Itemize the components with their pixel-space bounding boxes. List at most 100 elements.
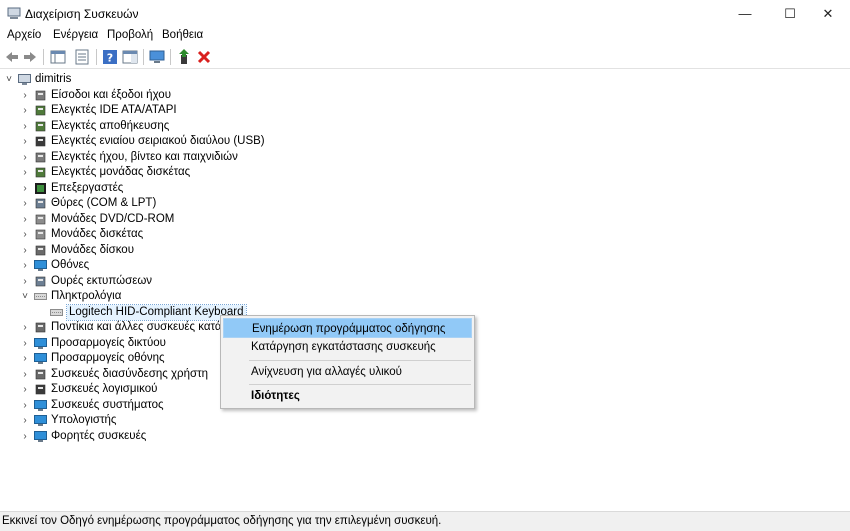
help-icon[interactable]: ?: [102, 49, 118, 65]
collapsed-chevron-icon[interactable]: ›: [21, 413, 29, 428]
tree-node-label: Συσκευές λογισμικού: [51, 383, 158, 395]
title-bar: Διαχείριση Συσκευών — ☐ ✕: [0, 0, 850, 27]
collapsed-chevron-icon[interactable]: ›: [21, 181, 29, 196]
device-category[interactable]: › Είσοδοι και έξοδοι ήχου: [0, 88, 850, 103]
collapsed-chevron-icon[interactable]: ›: [21, 212, 29, 227]
console-tree-icon[interactable]: [50, 49, 66, 65]
forward-arrow-icon[interactable]: [22, 49, 38, 65]
maximize-button[interactable]: ☐: [773, 0, 807, 27]
collapsed-chevron-icon[interactable]: ›: [21, 274, 29, 289]
device-category[interactable]: ˅ Πληκτρολόγια: [0, 289, 850, 304]
collapsed-chevron-icon[interactable]: ›: [21, 382, 29, 397]
port-icon: [35, 198, 46, 209]
device-category[interactable]: › Μονάδες δίσκου: [0, 243, 850, 258]
uninstall-device-icon[interactable]: [196, 49, 212, 65]
device-category[interactable]: › Οθόνες: [0, 258, 850, 273]
collapsed-chevron-icon[interactable]: ›: [21, 88, 29, 103]
collapsed-chevron-icon[interactable]: ›: [21, 398, 29, 413]
scan-hardware-icon[interactable]: [149, 49, 165, 65]
menu-help[interactable]: Βοήθεια: [162, 29, 203, 41]
collapsed-chevron-icon[interactable]: ›: [21, 367, 29, 382]
tree-root-node[interactable]: ˅ dimitris: [0, 72, 850, 87]
device-category[interactable]: › Ελεγκτές ενιαίου σειριακού διαύλου (USB…: [0, 134, 850, 149]
window-title: Διαχείριση Συσκευών: [25, 7, 139, 21]
expanded-chevron-icon[interactable]: ˅: [5, 72, 13, 87]
portable-device-icon: [34, 431, 47, 442]
device-category[interactable]: › Μονάδες δισκέτας: [0, 227, 850, 242]
update-driver-menu-item[interactable]: Ενημέρωση προγράμματος οδήγησης: [223, 318, 472, 338]
tree-node-label: Ελεγκτές ενιαίου σειριακού διαύλου (USB): [51, 135, 265, 147]
system-device-icon: [34, 400, 47, 411]
sound-video-icon: [35, 152, 46, 163]
tree-node-label: Μονάδες δισκέτας: [51, 228, 144, 240]
device-category[interactable]: › Υπολογιστής: [0, 413, 850, 428]
device-category[interactable]: › Ουρές εκτυπώσεων: [0, 274, 850, 289]
device-category[interactable]: › Φορητές συσκευές: [0, 429, 850, 444]
collapsed-chevron-icon[interactable]: ›: [21, 227, 29, 242]
svg-text:?: ?: [107, 52, 113, 65]
menu-separator: [249, 384, 471, 385]
action-pane-icon[interactable]: [122, 49, 138, 65]
device-category[interactable]: › Θύρες (COM & LPT): [0, 196, 850, 211]
computer-root-icon: [18, 74, 31, 85]
device-category[interactable]: › Ελεγκτές μονάδας δισκέτας: [0, 165, 850, 180]
device-category[interactable]: › Μονάδες DVD/CD-ROM: [0, 212, 850, 227]
tree-node-label: Οθόνες: [51, 259, 90, 271]
tree-node-label: Θύρες (COM & LPT): [51, 197, 157, 209]
tree-node-label: Προσαρμογείς δικτύου: [51, 337, 166, 349]
minimize-button[interactable]: —: [728, 0, 762, 27]
menu-view[interactable]: Προβολή: [107, 29, 153, 41]
back-arrow-icon[interactable]: [4, 49, 20, 65]
scan-hardware-menu-item[interactable]: Ανίχνευση για αλλαγές υλικού: [223, 362, 472, 382]
device-manager-app-icon: [7, 7, 21, 19]
floppy-controller-icon: [35, 167, 46, 178]
properties-label: Ιδιότητες: [251, 390, 300, 402]
expanded-chevron-icon[interactable]: ˅: [21, 289, 29, 304]
usb-icon: [35, 136, 46, 147]
scan-hardware-label: Ανίχνευση για αλλαγές υλικού: [251, 366, 402, 378]
computer-icon: [34, 415, 47, 426]
print-queue-icon: [35, 276, 46, 287]
collapsed-chevron-icon[interactable]: ›: [21, 134, 29, 149]
device-category[interactable]: › Επεξεργαστές: [0, 181, 850, 196]
tree-node-label: Επεξεργαστές: [51, 182, 124, 194]
collapsed-chevron-icon[interactable]: ›: [21, 103, 29, 118]
properties-menu-item[interactable]: Ιδιότητες: [223, 386, 472, 406]
uninstall-device-menu-item[interactable]: Κατάργηση εγκατάστασης συσκευής: [223, 337, 472, 357]
tree-node-label: Είσοδοι και έξοδοι ήχου: [51, 89, 171, 101]
menu-action[interactable]: Ενέργεια: [53, 29, 98, 41]
tree-node-label: Ουρές εκτυπώσεων: [51, 275, 153, 287]
toolbar-separator: [96, 49, 97, 65]
collapsed-chevron-icon[interactable]: ›: [21, 150, 29, 165]
collapsed-chevron-icon[interactable]: ›: [21, 165, 29, 180]
collapsed-chevron-icon[interactable]: ›: [21, 119, 29, 134]
device-category[interactable]: › Ελεγκτές αποθήκευσης: [0, 119, 850, 134]
close-button[interactable]: ✕: [811, 0, 845, 27]
tree-node-label: Υπολογιστής: [51, 414, 117, 426]
toolbar-separator: [43, 49, 44, 65]
tree-node-label: Προσαρμογείς οθόνης: [51, 352, 165, 364]
collapsed-chevron-icon[interactable]: ›: [21, 258, 29, 273]
tree-node-label: Ελεγκτές αποθήκευσης: [51, 120, 170, 132]
mouse-icon: [35, 322, 46, 333]
tree-node-label: Ελεγκτές μονάδας δισκέτας: [51, 166, 191, 178]
collapsed-chevron-icon[interactable]: ›: [21, 429, 29, 444]
update-driver-icon[interactable]: [176, 49, 192, 65]
collapsed-chevron-icon[interactable]: ›: [21, 351, 29, 366]
properties-icon[interactable]: [74, 49, 90, 65]
device-tree: ˅ dimitris › Είσοδοι και έξοδοι ήχου › Ελεγκτ…: [0, 69, 850, 509]
toolbar: ?: [0, 46, 850, 69]
collapsed-chevron-icon[interactable]: ›: [21, 336, 29, 351]
update-driver-label: Ενημέρωση προγράμματος οδήγησης: [252, 323, 446, 335]
device-category[interactable]: › Ελεγκτές IDE ATA/ATAPI: [0, 103, 850, 118]
keyboard-icon: [34, 293, 47, 300]
uninstall-device-label: Κατάργηση εγκατάστασης συσκευής: [251, 341, 436, 353]
menu-file[interactable]: Αρχείο: [7, 29, 41, 41]
display-adapter-icon: [34, 353, 47, 364]
device-category[interactable]: › Ελεγκτές ήχου, βίντεο και παιχνιδιών: [0, 150, 850, 165]
collapsed-chevron-icon[interactable]: ›: [21, 320, 29, 335]
tree-node-label: Μονάδες δίσκου: [51, 244, 134, 256]
processor-icon: [35, 183, 46, 194]
collapsed-chevron-icon[interactable]: ›: [21, 243, 29, 258]
collapsed-chevron-icon[interactable]: ›: [21, 196, 29, 211]
